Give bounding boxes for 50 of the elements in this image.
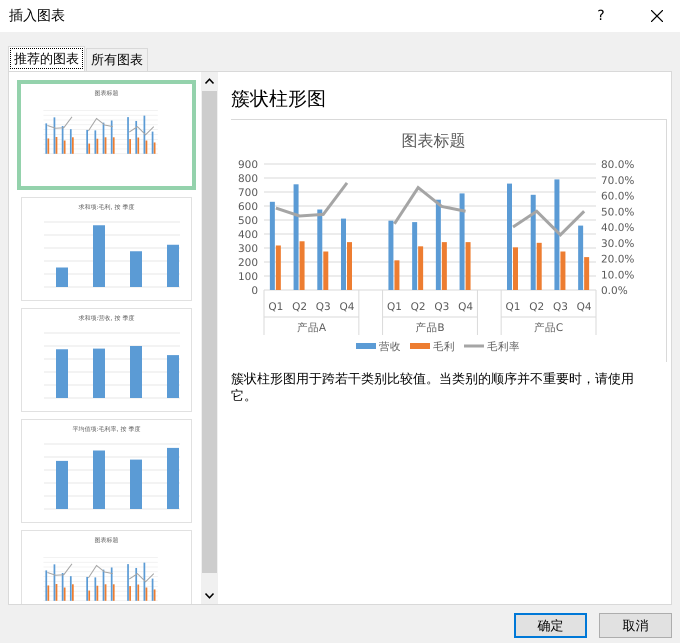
axis-label: Q4 [576, 301, 592, 313]
axis-label: 500 [238, 215, 258, 227]
axis-label: Q1 [268, 301, 284, 313]
chevron-up-icon [205, 78, 214, 84]
axis-label: 800 [238, 173, 258, 185]
tab[interactable]: 所有图表 [86, 48, 148, 71]
axis-label: Q1 [386, 301, 402, 313]
window-title: 插入图表 [9, 7, 66, 25]
chevron-down-icon [205, 592, 214, 598]
axis-label: 200 [238, 257, 258, 269]
axis-label: 400 [238, 229, 258, 241]
help-button[interactable]: ? [578, 8, 624, 24]
axis-label: 100 [238, 271, 258, 283]
legend-label: 营收 [379, 341, 401, 353]
tab[interactable]: 推荐的图表 [8, 46, 85, 71]
axis-label: Q2 [410, 301, 426, 313]
axis-label: 700 [238, 187, 258, 199]
legend-label: 毛利率 [487, 341, 520, 353]
axis-label: Q2 [529, 301, 544, 313]
legend-label: 毛利 [433, 341, 455, 353]
dialog-button[interactable]: 确定 [514, 613, 587, 638]
axis-label: Q2 [292, 301, 308, 313]
axis-label: 300 [238, 243, 258, 255]
chart-title: 图表标题 [402, 131, 466, 150]
axis-label: 70.0% [601, 174, 634, 187]
axis-label: Q3 [434, 301, 450, 313]
axis-label: Q4 [340, 301, 354, 313]
axis-label: 产品C [534, 322, 564, 334]
axis-label: 0.0% [601, 285, 628, 297]
scrollbar-thumb[interactable] [202, 91, 217, 573]
axis-label: 900 [238, 159, 258, 171]
axis-label: 60.0% [601, 190, 634, 202]
axis-label: 产品A [296, 322, 326, 334]
axis-label: Q3 [316, 301, 331, 313]
axis-label: 30.0% [601, 238, 634, 250]
chart-type-heading: 簇状柱形图 [231, 87, 327, 112]
dialog-button[interactable]: 取消 [599, 613, 672, 638]
axis-label: 80.0% [601, 159, 634, 171]
axis-label: Q1 [506, 301, 520, 313]
axis-label: 10.0% [601, 269, 634, 282]
axis-label: 0 [251, 285, 258, 297]
chart-description: 簇状柱形图用于跨若干类别比较值。当类别的顺序并不重要时，请使用它。 [231, 371, 635, 405]
axis-label: 600 [238, 201, 258, 213]
axis-label: 20.0% [601, 254, 634, 266]
axis-label: 40.0% [601, 222, 634, 234]
axis-label: Q4 [458, 301, 474, 313]
axis-label: Q3 [552, 301, 568, 313]
axis-label: 50.0% [601, 206, 634, 218]
close-icon [651, 10, 663, 22]
axis-label: 产品B [415, 322, 445, 334]
